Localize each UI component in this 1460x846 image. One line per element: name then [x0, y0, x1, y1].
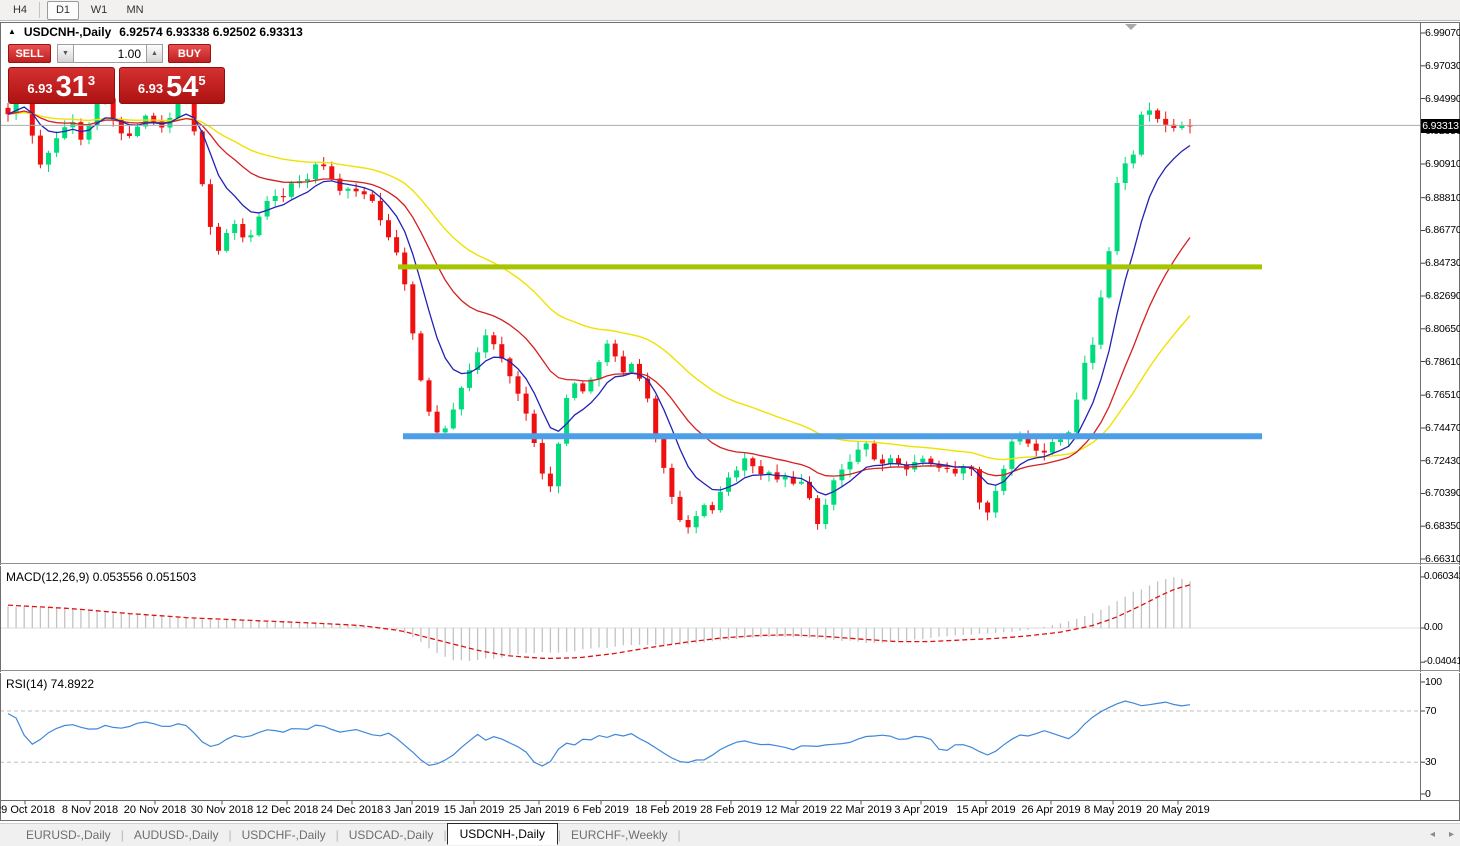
current-price-tag: 6.93313	[1421, 119, 1460, 133]
tab-scroll-left-icon[interactable]: ◂	[1430, 829, 1435, 840]
price-axis-label: 6.94990	[1425, 93, 1460, 105]
price-axis-label: 6.90910	[1425, 158, 1460, 170]
price-axis-label: 6.80650	[1425, 323, 1460, 335]
chart-tab-usdcnh-daily[interactable]: USDCNH-,Daily	[446, 823, 558, 845]
buy-price-box[interactable]: 6.93 54 5	[118, 67, 225, 104]
price-axis-label: 6.78610	[1425, 356, 1460, 368]
macd-axis-label: 0.00	[1424, 622, 1443, 633]
chart-tab-bar: EURUSD-,Daily | AUDUSD-,Daily | USDCHF-,Dail…	[0, 823, 1460, 846]
date-axis-label: 25 Jan 2019	[508, 804, 570, 816]
sell-price-box[interactable]: 6.93 31 3	[8, 67, 115, 104]
chart-tab-usdcad-daily[interactable]: USDCAD-,Daily	[339, 826, 444, 844]
date-axis-label: 22 Mar 2019	[830, 804, 892, 816]
price-axis-label: 6.82690	[1425, 290, 1460, 302]
sell-price-pip: 3	[87, 73, 96, 88]
price-axis-label: 6.97030	[1425, 60, 1460, 72]
date-axis-label: 28 Feb 2019	[700, 804, 762, 816]
ohlc-values: 6.92574 6.93338 6.92502 6.93313	[119, 25, 303, 39]
chart-header: ▲ USDCNH-,Daily 6.92574 6.93338 6.92502 …	[8, 25, 303, 39]
date-axis-label: 8 May 2019	[1084, 804, 1142, 816]
sell-price-prefix: 6.93	[27, 81, 53, 96]
date-axis-label: 30 Nov 2018	[190, 804, 254, 816]
tab-scroll-right-icon[interactable]: ▸	[1449, 829, 1454, 840]
buy-price-pip: 5	[198, 73, 206, 88]
toolbar-divider	[39, 2, 40, 18]
date-axis-label: 3 Apr 2019	[894, 804, 948, 816]
chart-tab-usdchf-daily[interactable]: USDCHF-,Daily	[232, 826, 336, 844]
rsi-indicator-label: RSI(14) 74.8922	[6, 677, 95, 691]
macd-axis-label: -0.040415	[1424, 656, 1460, 667]
price-axis-label: 6.68350	[1425, 520, 1460, 532]
price-axis-label: 6.76510	[1425, 389, 1460, 401]
date-axis-label: 24 Dec 2018	[320, 804, 384, 816]
date-axis-label: 15 Jan 2019	[443, 804, 505, 816]
price-axis-label: 6.74470	[1425, 422, 1460, 434]
volume-decrease-button[interactable]: ▼	[57, 44, 74, 63]
chart-tab-eurusd-daily[interactable]: EURUSD-,Daily	[16, 826, 121, 844]
date-axis-label: 12 Mar 2019	[765, 804, 827, 816]
date-axis-label: 3 Jan 2019	[384, 804, 440, 816]
date-axis-label: 18 Feb 2019	[635, 804, 697, 816]
tab-scroll-controls: ◂ ▸	[1430, 829, 1454, 840]
macd-axis-label: 0.060342	[1424, 571, 1460, 582]
rsi-axis-label: 30	[1425, 756, 1437, 768]
macd-indicator-label: MACD(12,26,9) 0.053556 0.051503	[6, 570, 197, 584]
timeframe-button-h4[interactable]: H4	[4, 1, 36, 20]
chart-canvas[interactable]	[0, 0, 1460, 846]
price-axis-label: 6.72430	[1425, 455, 1460, 467]
date-axis-label: 29 Oct 2018	[0, 804, 55, 816]
price-axis-label: 6.66310	[1425, 553, 1460, 565]
volume-increase-button[interactable]: ▲	[146, 44, 163, 63]
price-axis-label: 6.70390	[1425, 487, 1460, 499]
date-axis-label: 20 Nov 2018	[123, 804, 187, 816]
buy-price-main: 54	[166, 71, 199, 103]
collapse-panel-icon[interactable]: ▲	[8, 27, 16, 37]
price-axis-label: 6.86770	[1425, 224, 1460, 236]
sell-price-main: 31	[55, 71, 88, 103]
rsi-axis-label: 70	[1425, 705, 1437, 717]
chart-tab-eurchf-weekly[interactable]: EURCHF-,Weekly	[561, 826, 677, 844]
date-axis-label: 6 Feb 2019	[573, 804, 629, 816]
sell-button[interactable]: SELL	[8, 44, 51, 63]
date-axis-label: 26 Apr 2019	[1021, 804, 1081, 816]
rsi-axis-label: 100	[1425, 676, 1442, 688]
price-axis-label: 6.88810	[1425, 192, 1460, 204]
volume-input[interactable]	[74, 44, 146, 63]
timeframe-button-d1[interactable]: D1	[47, 0, 79, 20]
date-axis-label: 12 Dec 2018	[255, 804, 319, 816]
date-axis-label: 20 May 2019	[1146, 804, 1210, 816]
chart-tab-audusd-daily[interactable]: AUDUSD-,Daily	[124, 826, 229, 844]
buy-button[interactable]: BUY	[168, 44, 211, 63]
trading-platform-window: H4 D1 W1 MN ▲ USDCNH-,Daily 6.92574 6.93…	[0, 0, 1460, 846]
tab-separator: |	[677, 828, 681, 842]
price-axis-label: 6.99070	[1425, 27, 1460, 39]
timeframe-toolbar: H4 D1 W1 MN	[0, 0, 1460, 21]
date-axis-label: 15 Apr 2019	[956, 804, 1016, 816]
rsi-axis-label: 0	[1425, 788, 1431, 800]
price-axis-label: 6.84730	[1425, 257, 1460, 269]
one-click-trading-widget: SELL ▼ ▲ BUY 6.93 31 3 6.93 54 5	[8, 44, 225, 104]
symbol-title: USDCNH-,Daily	[23, 25, 112, 39]
buy-price-prefix: 6.93	[137, 81, 164, 96]
timeframe-button-w1[interactable]: W1	[83, 1, 115, 20]
timeframe-button-mn[interactable]: MN	[119, 1, 151, 20]
date-axis-label: 8 Nov 2018	[61, 804, 119, 816]
